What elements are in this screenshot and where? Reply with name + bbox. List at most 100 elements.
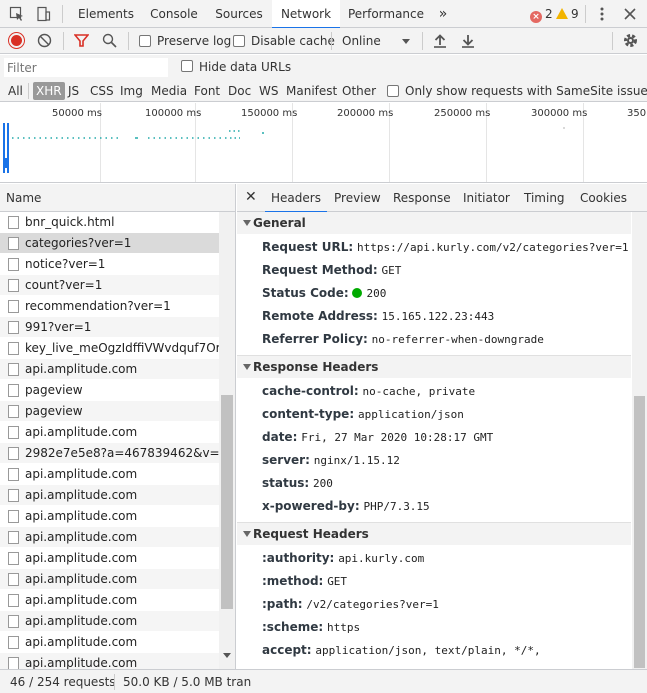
- tab-performance[interactable]: Performance: [344, 0, 428, 28]
- type-font[interactable]: Font: [191, 82, 223, 100]
- type-img[interactable]: Img: [117, 82, 146, 100]
- type-js[interactable]: JS: [65, 82, 82, 100]
- kebab-menu-icon[interactable]: [594, 6, 610, 22]
- hide-data-urls-label[interactable]: Hide data URLs: [199, 60, 291, 74]
- request-row[interactable]: 991?ver=1: [0, 317, 219, 338]
- type-manifest[interactable]: Manifest: [283, 82, 340, 100]
- request-row[interactable]: api.amplitude.com: [0, 359, 219, 380]
- network-settings-gear-icon[interactable]: [622, 32, 639, 52]
- file-icon: [8, 384, 19, 397]
- request-row[interactable]: api.amplitude.com: [0, 527, 219, 548]
- chevron-down-icon[interactable]: [402, 39, 410, 44]
- request-row[interactable]: bnr_quick.html: [0, 212, 219, 233]
- header-value: Fri, 27 Mar 2020 10:28:17 GMT: [301, 431, 494, 444]
- tab-timing[interactable]: Timing: [524, 184, 565, 212]
- request-row[interactable]: api.amplitude.com: [0, 590, 219, 611]
- request-method-row: Request Method: GET: [237, 259, 631, 282]
- preserve-log-label[interactable]: Preserve log: [157, 34, 231, 48]
- disable-cache-label[interactable]: Disable cache: [251, 34, 335, 48]
- export-har-icon[interactable]: [461, 33, 475, 51]
- request-name: api.amplitude.com: [25, 530, 138, 544]
- filter-icon[interactable]: [73, 33, 90, 51]
- warning-count-badge[interactable]: 9: [556, 6, 579, 22]
- request-list-scroll-thumb[interactable]: [221, 395, 233, 609]
- type-all[interactable]: All: [5, 82, 26, 100]
- request-name: bnr_quick.html: [25, 215, 115, 229]
- close-detail-icon[interactable]: ✕: [245, 189, 257, 205]
- request-row[interactable]: pageview: [0, 401, 219, 422]
- name-column-header[interactable]: Name: [0, 184, 235, 212]
- tab-cookies[interactable]: Cookies: [580, 184, 627, 212]
- request-row[interactable]: recommendation?ver=1: [0, 296, 219, 317]
- request-row[interactable]: pageview: [0, 380, 219, 401]
- request-row[interactable]: categories?ver=1: [0, 233, 219, 254]
- error-count-badge[interactable]: × 2: [530, 6, 553, 23]
- samesite-label[interactable]: Only show requests with SameSite issues: [405, 84, 647, 98]
- disable-cache-checkbox[interactable]: [233, 35, 245, 47]
- request-row[interactable]: api.amplitude.com: [0, 548, 219, 569]
- search-icon[interactable]: [102, 33, 117, 51]
- request-name: api.amplitude.com: [25, 488, 138, 502]
- request-row[interactable]: api.amplitude.com: [0, 569, 219, 590]
- tab-network[interactable]: Network: [272, 0, 340, 29]
- device-toolbar-icon[interactable]: [35, 6, 51, 22]
- request-name: api.amplitude.com: [25, 551, 138, 565]
- request-headers-header[interactable]: Request Headers: [237, 523, 631, 545]
- throttling-select[interactable]: Online: [342, 34, 381, 48]
- tab-elements[interactable]: Elements: [74, 0, 138, 28]
- request-row[interactable]: api.amplitude.com: [0, 611, 219, 632]
- type-doc[interactable]: Doc: [225, 82, 254, 100]
- tab-preview[interactable]: Preview: [334, 184, 381, 212]
- header-value: PHP/7.3.15: [363, 500, 430, 513]
- file-icon: [8, 552, 19, 565]
- type-other[interactable]: Other: [339, 82, 379, 100]
- error-icon: ×: [530, 11, 542, 23]
- close-devtools-icon[interactable]: [622, 6, 638, 22]
- request-row[interactable]: count?ver=1: [0, 275, 219, 296]
- clear-icon[interactable]: [37, 33, 52, 51]
- hide-data-urls-checkbox[interactable]: [181, 60, 193, 72]
- tab-initiator[interactable]: Initiator: [463, 184, 510, 212]
- import-har-icon[interactable]: [433, 33, 447, 51]
- request-row[interactable]: api.amplitude.com: [0, 422, 219, 443]
- tab-response[interactable]: Response: [393, 184, 451, 212]
- request-row[interactable]: api.amplitude.com: [0, 464, 219, 485]
- samesite-checkbox[interactable]: [387, 85, 399, 97]
- referrer-policy-row: Referrer Policy: no-referrer-when-downgr…: [237, 328, 631, 351]
- tab-console[interactable]: Console: [144, 0, 204, 28]
- request-row[interactable]: api.amplitude.com: [0, 632, 219, 653]
- response-headers-header[interactable]: Response Headers: [237, 356, 631, 378]
- request-row[interactable]: 2982e7e5e8?a=467839462&v=1167.: [0, 443, 219, 464]
- request-row[interactable]: api.amplitude.com: [0, 653, 219, 669]
- tab-sources[interactable]: Sources: [210, 0, 268, 28]
- network-overview-timeline[interactable]: 50000 ms 100000 ms 150000 ms 200000 ms 2…: [0, 103, 647, 183]
- request-row[interactable]: api.amplitude.com: [0, 506, 219, 527]
- type-css[interactable]: CSS: [87, 82, 117, 100]
- request-row[interactable]: notice?ver=1: [0, 254, 219, 275]
- request-name: 2982e7e5e8?a=467839462&v=1167.: [25, 446, 219, 460]
- header-key: cache-control:: [262, 384, 359, 398]
- detail-scroll-thumb[interactable]: [634, 396, 645, 668]
- inspect-element-icon[interactable]: [9, 6, 25, 22]
- type-ws[interactable]: WS: [256, 82, 281, 100]
- request-name: api.amplitude.com: [25, 656, 138, 669]
- name-column-label: Name: [6, 191, 42, 205]
- file-icon: [8, 342, 19, 355]
- request-url-row: Request URL: https://api.kurly.com/v2/ca…: [237, 236, 631, 259]
- more-tabs-button[interactable]: »: [434, 0, 452, 28]
- file-icon: [8, 657, 19, 669]
- request-row[interactable]: key_live_meOgzIdffiVWvdquf7OrkacI: [0, 338, 219, 359]
- request-name: api.amplitude.com: [25, 614, 138, 628]
- request-name: api.amplitude.com: [25, 509, 138, 523]
- type-media[interactable]: Media: [148, 82, 190, 100]
- general-section-header[interactable]: General: [237, 212, 631, 234]
- filter-input[interactable]: [4, 58, 168, 77]
- transferred-size: 50.0 KB / 5.0 MB tran: [123, 675, 252, 689]
- record-icon[interactable]: [9, 33, 24, 48]
- tab-headers[interactable]: Headers: [265, 184, 327, 213]
- scroll-down-arrow-icon[interactable]: [223, 653, 231, 658]
- type-xhr[interactable]: XHR: [33, 82, 65, 100]
- request-row[interactable]: api.amplitude.com: [0, 485, 219, 506]
- preserve-log-checkbox[interactable]: [139, 35, 151, 47]
- header-value: api.kurly.com: [338, 552, 425, 565]
